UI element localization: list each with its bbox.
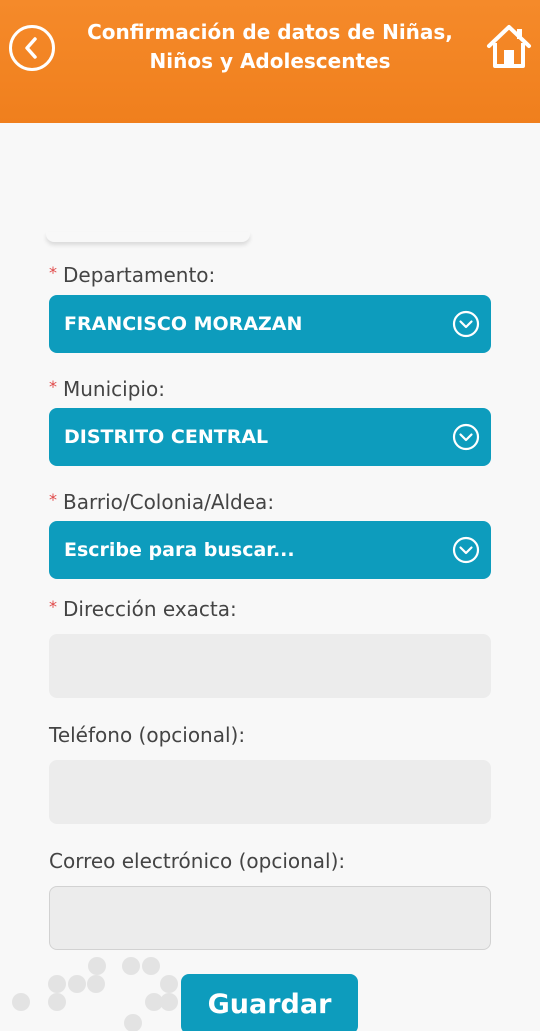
chevron-down-circle-icon <box>452 310 480 338</box>
app-header: Confirmación de datos de Niñas, Niños y … <box>0 0 540 123</box>
chevron-left-icon <box>25 37 37 59</box>
required-mark: * <box>49 377 57 396</box>
barrio-label: * Barrio/Colonia/Aldea: <box>49 490 274 514</box>
back-button[interactable] <box>9 25 55 71</box>
page-title: Confirmación de datos de Niñas, Niños y … <box>70 18 470 76</box>
page-title-line-1: Confirmación de datos de Niñas, <box>87 20 453 44</box>
direccion-label-text: Dirección exacta: <box>63 597 237 621</box>
save-button[interactable]: Guardar <box>181 974 358 1031</box>
barrio-label-text: Barrio/Colonia/Aldea: <box>63 490 275 514</box>
previous-field-edge <box>46 232 250 242</box>
home-button[interactable] <box>484 20 534 72</box>
barrio-placeholder: Escribe para buscar... <box>64 539 295 561</box>
departamento-value: FRANCISCO MORAZAN <box>64 313 303 335</box>
departamento-select[interactable]: FRANCISCO MORAZAN <box>49 295 491 353</box>
page-title-line-2: Niños y Adolescentes <box>149 49 391 73</box>
chevron-down-circle-icon <box>452 536 480 564</box>
correo-label: Correo electrónico (opcional): <box>49 849 346 873</box>
correo-input[interactable] <box>49 886 491 950</box>
municipio-value: DISTRITO CENTRAL <box>64 426 269 448</box>
telefono-label: Teléfono (opcional): <box>49 723 246 747</box>
required-mark: * <box>49 597 57 616</box>
telefono-input[interactable] <box>49 760 491 824</box>
chevron-down-circle-icon <box>452 423 480 451</box>
municipio-label: * Municipio: <box>49 377 165 401</box>
direccion-input[interactable] <box>49 634 491 698</box>
home-icon <box>487 25 531 68</box>
departamento-label-text: Departamento: <box>63 263 216 287</box>
required-mark: * <box>49 263 57 282</box>
required-mark: * <box>49 490 57 509</box>
departamento-label: * Departamento: <box>49 263 215 287</box>
municipio-label-text: Municipio: <box>63 377 165 401</box>
direccion-label: * Dirección exacta: <box>49 597 237 621</box>
municipio-select[interactable]: DISTRITO CENTRAL <box>49 408 491 466</box>
barrio-search-select[interactable]: Escribe para buscar... <box>49 521 491 579</box>
